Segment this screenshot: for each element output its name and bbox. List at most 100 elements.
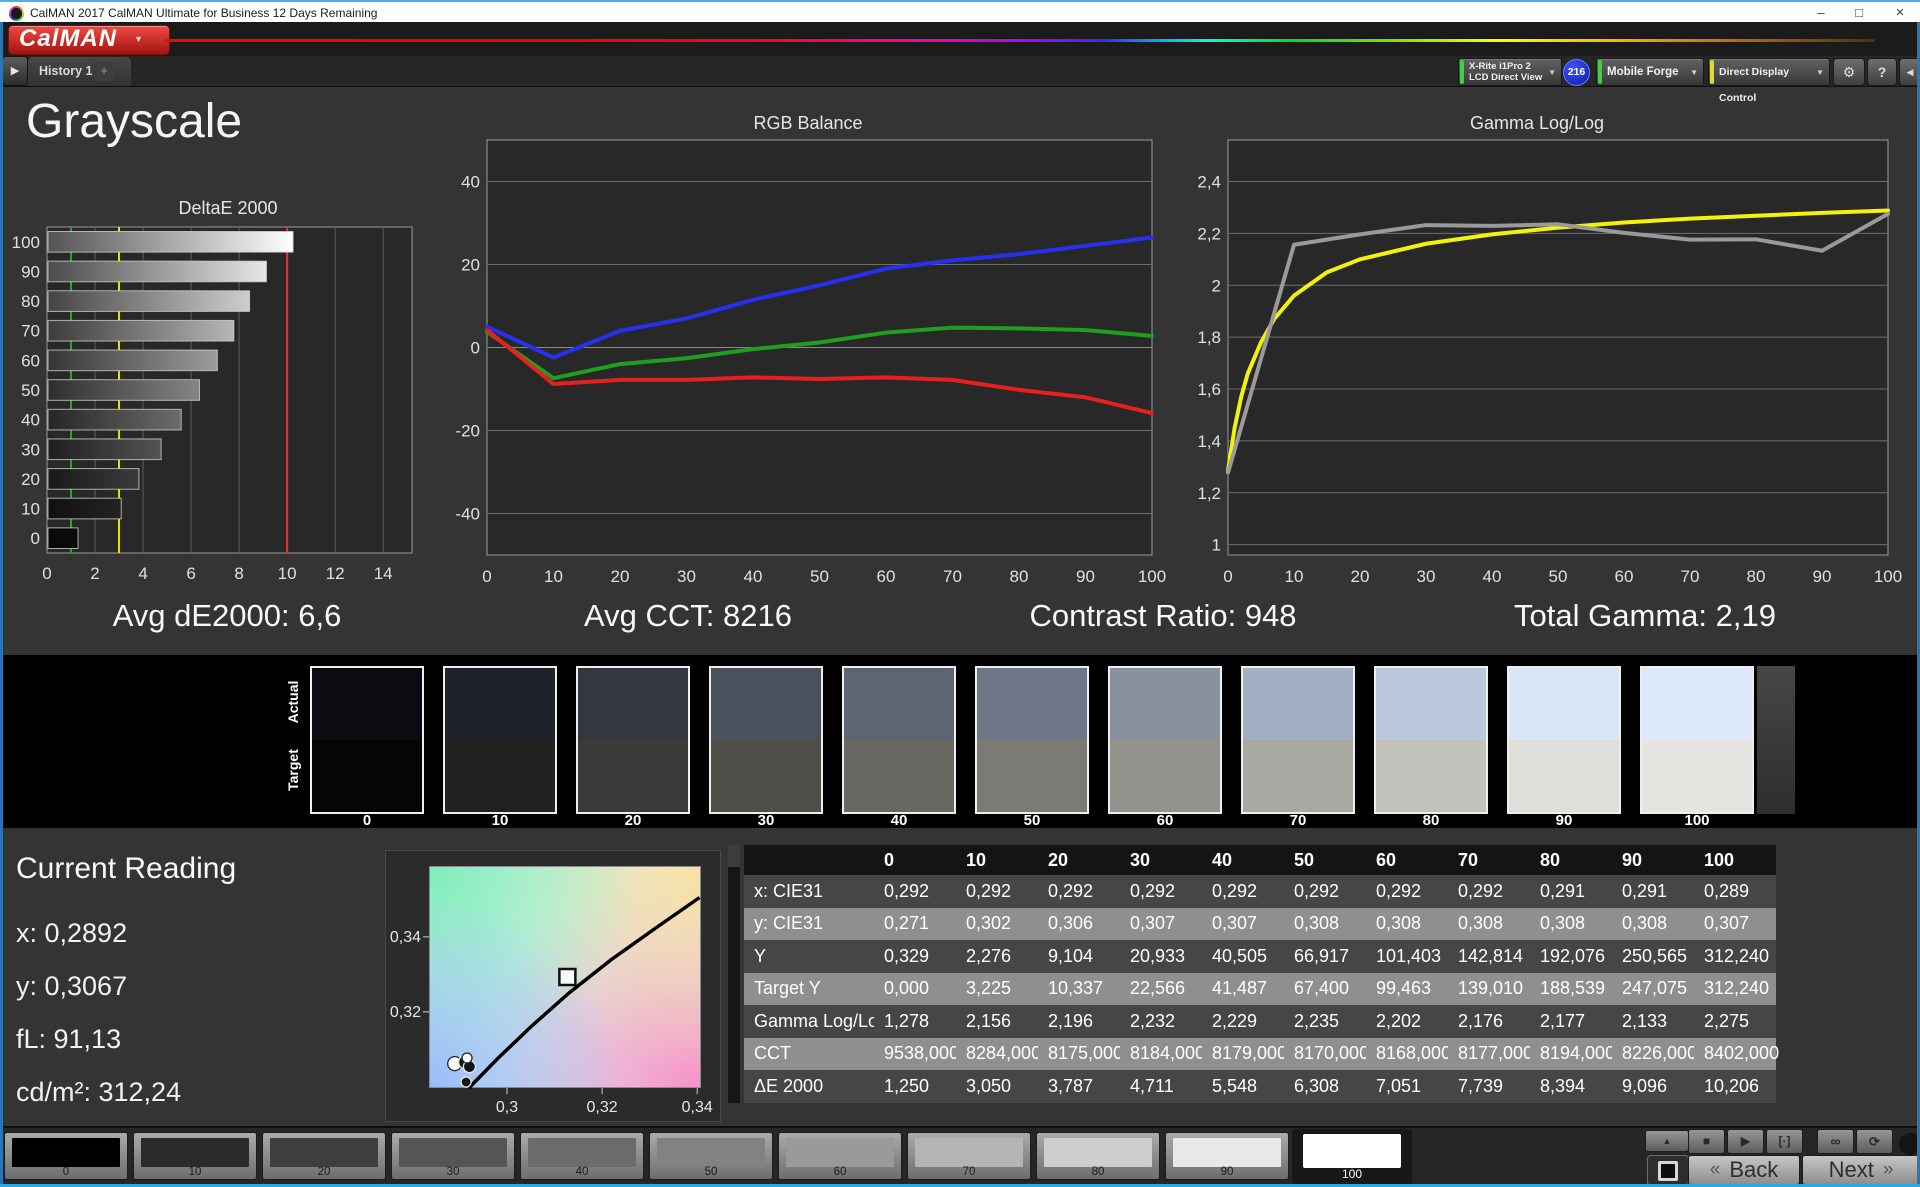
patch-window-button[interactable] [1647,1155,1689,1186]
display-control-dropdown[interactable]: Direct Display Control ▼ [1708,58,1830,104]
single-measure-button[interactable]: [·] [1766,1129,1803,1154]
swatch-actual [1110,668,1220,740]
meter-count-badge[interactable]: 216 [1563,59,1590,86]
app-icon [9,6,24,21]
help-icon: ? [1877,64,1887,80]
svg-text:1,4: 1,4 [1197,432,1221,451]
play-icon: ▶ [1740,1134,1751,1148]
svg-text:1,2: 1,2 [1197,484,1221,503]
swatch-row-label-actual: Actual [285,680,301,724]
patch-button-70[interactable]: 70 [907,1132,1031,1180]
table-cell: 8184,000 [1120,1037,1205,1070]
table-cell: 2,196 [1038,1005,1120,1038]
svg-text:RGB Balance: RGB Balance [753,113,862,133]
swatch-50 [975,666,1089,814]
svg-text:4: 4 [138,564,147,583]
table-cell: 0,292 [1284,875,1366,908]
table-cell: 0,307 [1120,907,1202,940]
next-button[interactable]: Next » [1802,1155,1920,1185]
patch-color [528,1138,636,1167]
swatch-0 [310,666,424,814]
source-dropdown[interactable]: Mobile Forge ▼ [1596,58,1704,86]
back-button[interactable]: « Back [1688,1155,1800,1185]
stop-button[interactable]: ■ [1688,1129,1725,1154]
patch-button-50[interactable]: 50 [649,1132,773,1180]
chevron-down-icon: ▼ [1690,68,1698,77]
minimize-icon[interactable]: – [1806,2,1836,24]
logo-dropdown-icon[interactable]: ▼ [134,34,143,44]
close-icon[interactable]: × [1884,2,1916,24]
workflow-play-button[interactable]: ▶ [2,56,28,86]
patch-button-90[interactable]: 90 [1165,1132,1289,1180]
patch-label: 60 [833,1166,847,1178]
maximize-icon[interactable]: □ [1844,2,1874,24]
source-label: Mobile Forge [1607,66,1679,78]
table-cell: 8226,000 [1612,1037,1697,1070]
svg-text:90: 90 [21,262,40,281]
continuous-measure-button[interactable]: ∞ [1817,1129,1854,1154]
swatch-100 [1640,666,1754,814]
meter-dropdown[interactable]: X-Rite i1Pro 2 LCD Direct View ▼ [1458,58,1562,86]
swatch-level-label: 30 [757,812,775,829]
rainbow-strip [165,39,1875,42]
svg-text:40: 40 [1483,567,1502,586]
calman-logo-menu[interactable]: CalMAN [8,25,170,55]
patch-button-100[interactable]: 100 [1292,1129,1412,1184]
add-tab-button[interactable]: + [94,61,114,81]
swatch-60 [1108,666,1222,814]
table-splitter-handle[interactable] [728,845,740,867]
swatch-target [578,740,688,812]
cie-overlay-chart: 0,34 0,32 0,3 0,32 0,34 [390,896,713,1116]
loop-button[interactable]: ⟳ [1856,1129,1893,1154]
patch-label: 70 [962,1166,976,1178]
patch-button-0[interactable]: 0 [4,1132,128,1180]
svg-text:70: 70 [1681,567,1700,586]
table-cell: 8168,000 [1366,1037,1451,1070]
current-reading-x: x: 0,2892 [16,918,128,948]
swatch-level-label: 100 [1684,812,1710,829]
patch-button-10[interactable]: 10 [133,1132,257,1180]
deltae-bar-50 [47,379,200,401]
svg-text:8: 8 [234,564,243,583]
tab-history-1[interactable]: History 1 [28,57,131,86]
patch-button-60[interactable]: 60 [778,1132,902,1180]
table-cell: 9,096 [1612,1070,1694,1103]
patch-color [1303,1134,1401,1168]
swatch-target [844,740,954,812]
patch-button-80[interactable]: 80 [1036,1132,1160,1180]
table-cell: 0,292 [1448,875,1530,908]
svg-text:20: 20 [461,256,480,275]
table-cell: 0,292 [874,875,956,908]
title-bar: CalMAN 2017 CalMAN Ultimate for Business… [0,0,1920,24]
play-measure-button[interactable]: ▶ [1727,1129,1764,1154]
table-cell: 99,463 [1366,972,1448,1005]
expand-up-button[interactable]: ▲ [1645,1130,1689,1152]
svg-text:40: 40 [744,567,763,586]
patch-button-30[interactable]: 30 [391,1132,515,1180]
deltae-bar-60 [47,349,218,372]
table-cell: 10,206 [1694,1070,1776,1103]
swatch-overflow-strip [1757,666,1795,814]
svg-text:2,4: 2,4 [1197,173,1221,192]
svg-text:50: 50 [810,567,829,586]
table-cell: 247,075 [1612,972,1694,1005]
svg-text:30: 30 [21,440,40,459]
table-cell: 8175,000 [1038,1037,1123,1070]
table-cell: 2,177 [1530,1005,1612,1038]
svg-text:Gamma Log/Log: Gamma Log/Log [1470,113,1604,133]
grayscale-data-table: 0 10 20 30 40 50 60 70 80 90 100 x: CIE31 0,292 0,292… [744,845,1779,1103]
patch-button-20[interactable]: 20 [262,1132,386,1180]
table-splitter[interactable] [728,845,740,1103]
table-cell: 8284,000 [956,1037,1041,1070]
patch-button-40[interactable]: 40 [520,1132,644,1180]
patch-color [786,1138,894,1167]
patch-color [270,1138,378,1167]
table-cell: 0,308 [1612,907,1694,940]
svg-text:0,32: 0,32 [587,1099,618,1116]
swatch-level-label: 70 [1289,812,1307,829]
svg-text:50: 50 [1549,567,1568,586]
swatch-30 [709,666,823,814]
help-button[interactable]: ? [1867,58,1897,86]
settings-button[interactable]: ⚙ [1833,58,1865,86]
table-col-header: 100 [1694,845,1776,875]
